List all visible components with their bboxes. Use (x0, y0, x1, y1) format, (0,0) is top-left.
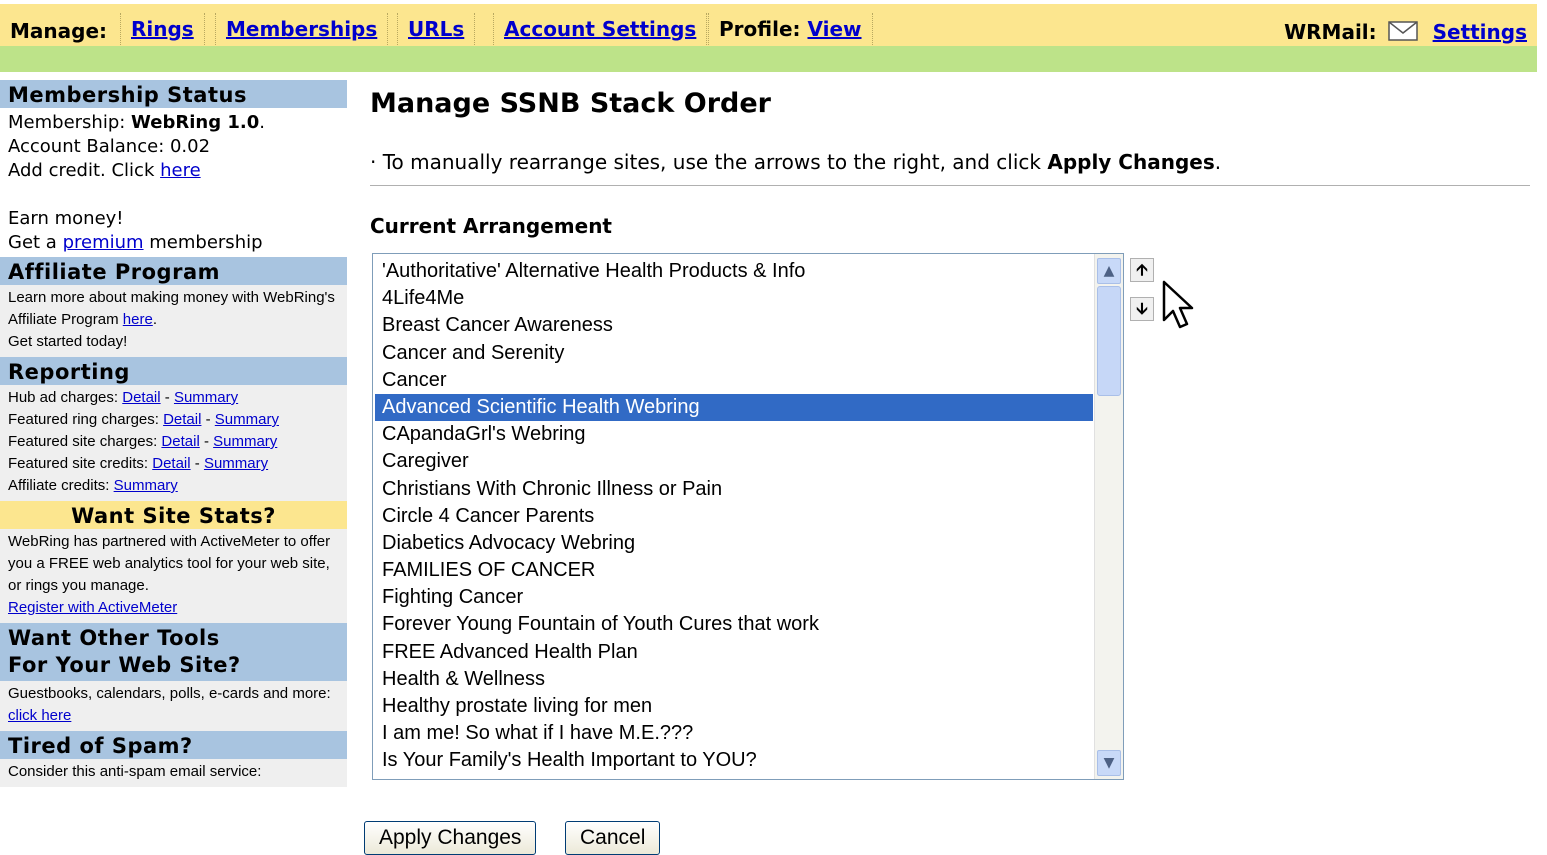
reporting-heading: Reporting (0, 357, 347, 385)
list-item[interactable]: Caregiver (375, 448, 1093, 475)
main-content: Manage SSNB Stack Order · To manually re… (370, 80, 1530, 238)
site-stats-body: WebRing has partnered with ActiveMeter t… (0, 529, 347, 623)
report-row: Affiliate credits: Summary (8, 477, 178, 494)
affiliate-here-link[interactable]: here (123, 311, 153, 328)
tab-account-settings-link[interactable]: Account Settings (504, 17, 696, 41)
report-row: Featured ring charges: Detail - Summary (8, 411, 279, 428)
tab-urls[interactable]: URLs (397, 13, 476, 45)
other-tools-body: Guestbooks, calendars, polls, e-cards an… (0, 681, 347, 731)
site-list: 'Authoritative' Alternative Health Produ… (375, 258, 1093, 775)
top-navigation: Manage: Rings Memberships URLs Account S… (0, 4, 1537, 46)
settings-link[interactable]: Settings (1433, 20, 1527, 44)
profile-view-link[interactable]: View (807, 17, 861, 41)
register-activemeter-link[interactable]: Register with ActiveMeter (8, 599, 177, 616)
tab-memberships[interactable]: Memberships (215, 13, 389, 45)
divider (370, 185, 1530, 186)
add-credit-link[interactable]: here (160, 160, 201, 181)
site-order-listbox[interactable]: 'Authoritative' Alternative Health Produ… (372, 253, 1124, 780)
summary-link[interactable]: Summary (215, 411, 279, 428)
list-item[interactable]: Health & Wellness (375, 666, 1093, 693)
scroll-up-icon[interactable]: ▲ (1097, 258, 1121, 284)
mouse-pointer-icon (1162, 280, 1194, 329)
premium-link[interactable]: premium (63, 232, 144, 253)
wrmail-area: WRMail: Settings (1284, 20, 1527, 44)
spam-body: Consider this anti-spam email service: (0, 759, 347, 787)
listbox-scrollbar[interactable]: ▲ ▼ (1094, 254, 1123, 779)
list-item[interactable]: 4Life4Me (375, 285, 1093, 312)
other-tools-heading: Want Other Tools For Your Web Site? (0, 623, 347, 681)
report-row: Hub ad charges: Detail - Summary (8, 389, 239, 406)
reporting-body: Hub ad charges: Detail - Summary Feature… (0, 385, 347, 501)
current-arrangement-label: Current Arrangement (370, 214, 612, 238)
tab-rings-link[interactable]: Rings (131, 17, 194, 41)
detail-link[interactable]: Detail (152, 455, 190, 472)
list-item[interactable]: I am me! So what if I have M.E.??? (375, 720, 1093, 747)
list-item[interactable]: FAMILIES OF CANCER (375, 557, 1093, 584)
tab-rings[interactable]: Rings (120, 13, 205, 45)
account-balance: Account Balance: 0.02 (8, 136, 211, 157)
envelope-icon[interactable] (1387, 21, 1418, 41)
tab-account-settings[interactable]: Account Settings (493, 13, 708, 45)
report-row: Featured site charges: Detail - Summary (8, 433, 278, 450)
list-item[interactable]: Healthy prostate living for men (375, 693, 1093, 720)
tab-memberships-link[interactable]: Memberships (226, 17, 377, 41)
other-tools-link[interactable]: click here (8, 707, 71, 724)
manage-label: Manage: (10, 19, 108, 43)
sidebar: Membership Status Membership: WebRing 1.… (0, 80, 347, 787)
list-item[interactable]: Forever Young Fountain of Youth Cures th… (375, 611, 1093, 638)
detail-link[interactable]: Detail (163, 411, 201, 428)
scroll-thumb[interactable] (1097, 286, 1121, 396)
list-item[interactable]: Cancer (375, 367, 1093, 394)
membership-status-heading: Membership Status (0, 80, 347, 108)
summary-link[interactable]: Summary (204, 455, 268, 472)
wrmail-label: WRMail: (1284, 20, 1377, 44)
scroll-down-icon[interactable]: ▼ (1097, 750, 1121, 776)
summary-link[interactable]: Summary (174, 389, 238, 406)
site-stats-heading: Want Site Stats? (0, 501, 347, 529)
affiliate-body: Learn more about making money with WebRi… (0, 285, 347, 357)
membership-status-body: Membership: WebRing 1.0. Account Balance… (0, 108, 347, 255)
arrow-up-icon[interactable]: 🡩 (1130, 258, 1154, 282)
profile-label: Profile: (719, 17, 801, 41)
arrow-down-icon[interactable]: 🡫 (1130, 297, 1154, 321)
spam-heading: Tired of Spam? (0, 731, 347, 759)
report-row: Featured site credits: Detail - Summary (8, 455, 269, 472)
profile-tab: Profile: View (708, 13, 873, 45)
earn-money-text: Earn money! (8, 208, 124, 229)
list-item[interactable]: Circle 4 Cancer Parents (375, 503, 1093, 530)
membership-value: WebRing 1.0 (131, 112, 260, 133)
detail-link[interactable]: Detail (122, 389, 160, 406)
list-item[interactable]: Christians With Chronic Illness or Pain (375, 476, 1093, 503)
list-item[interactable]: CApandaGrl's Webring (375, 421, 1093, 448)
list-item[interactable]: Diabetics Advocacy Webring (375, 530, 1093, 557)
green-divider-bar (0, 46, 1537, 72)
list-item[interactable]: Fighting Cancer (375, 584, 1093, 611)
list-item[interactable]: 'Authoritative' Alternative Health Produ… (375, 258, 1093, 285)
list-item[interactable]: FREE Advanced Health Plan (375, 639, 1093, 666)
summary-link[interactable]: Summary (114, 477, 178, 494)
instruction-text: · To manually rearrange sites, use the a… (370, 150, 1222, 174)
page-title: Manage SSNB Stack Order (370, 88, 771, 119)
affiliate-heading: Affiliate Program (0, 257, 347, 285)
list-item[interactable]: Advanced Scientific Health Webring (375, 393, 1093, 422)
list-item[interactable]: Breast Cancer Awareness (375, 312, 1093, 339)
summary-link[interactable]: Summary (213, 433, 277, 450)
tab-urls-link[interactable]: URLs (408, 17, 464, 41)
detail-link[interactable]: Detail (161, 433, 199, 450)
list-item[interactable]: Is Your Family's Health Important to YOU… (375, 747, 1093, 774)
list-item[interactable]: Cancer and Serenity (375, 340, 1093, 367)
